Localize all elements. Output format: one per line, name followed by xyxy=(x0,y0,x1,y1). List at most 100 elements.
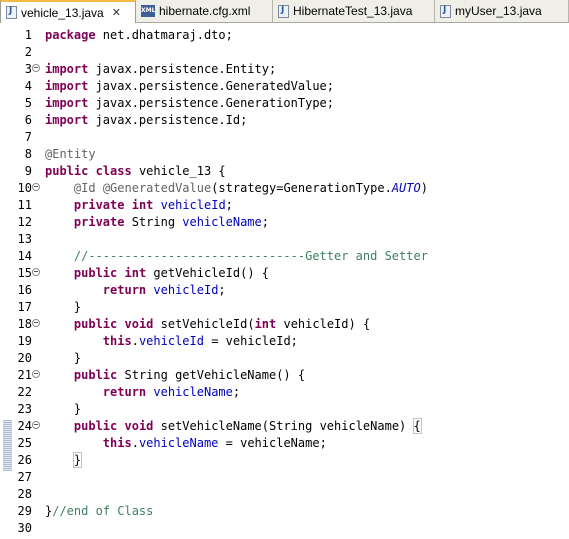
code-segment: String xyxy=(124,215,183,229)
fold-toggle-icon[interactable] xyxy=(32,64,40,72)
line-number: 9 xyxy=(24,164,32,178)
code-line: 26 } xyxy=(0,452,569,469)
field: vehicleName xyxy=(182,215,262,229)
code-line: 9 public class vehicle_13 { xyxy=(0,163,569,180)
code-editor[interactable]: 1 package net.dhatmaraj.dto; 2 3 import … xyxy=(0,23,569,539)
keyword: package xyxy=(45,28,96,42)
code-text: //------------------------------Getter a… xyxy=(45,248,428,265)
line-number: 22 xyxy=(17,385,32,399)
code-line: 5 import javax.persistence.GenerationTyp… xyxy=(0,95,569,112)
fold-toggle-icon[interactable] xyxy=(32,183,40,191)
line-number: 13 xyxy=(17,232,32,246)
tab-label: hibernate.cfg.xml xyxy=(159,4,251,18)
code-text: @Entity xyxy=(45,146,96,163)
line-number: 4 xyxy=(24,79,32,93)
code-segment: ; xyxy=(232,385,241,399)
annotation: @Id xyxy=(73,181,96,195)
code-segment: } xyxy=(73,351,82,365)
keyword: public xyxy=(73,266,118,280)
code-text: public void setVehicleName(String vehicl… xyxy=(45,418,422,435)
code-line: 20 } xyxy=(0,350,569,367)
code-segment: vehicleId) { xyxy=(276,317,371,331)
tab-label: vehicle_13.java xyxy=(21,5,104,20)
code-segment: javax.persistence.GeneratedValue; xyxy=(88,79,334,93)
code-line: 30 xyxy=(0,520,569,537)
line-number: 6 xyxy=(24,113,32,127)
tab-hibernatetest-13-java[interactable]: HibernateTest_13.java xyxy=(273,0,435,22)
code-text: } xyxy=(45,401,81,418)
code-text: public String getVehicleName() { xyxy=(45,367,305,384)
code-line: 8 @Entity xyxy=(0,146,569,163)
code-text: package net.dhatmaraj.dto; xyxy=(45,27,233,44)
code-text: @Id @GeneratedValue(strategy=GenerationT… xyxy=(45,180,428,197)
code-line: 23 } xyxy=(0,401,569,418)
field: vehicleName xyxy=(138,436,219,450)
enum-constant: AUTO xyxy=(391,181,421,195)
code-line: 15 public int getVehicleId() { xyxy=(0,265,569,282)
fold-toggle-icon[interactable] xyxy=(32,319,40,327)
code-segment: } xyxy=(73,300,82,314)
keyword: public xyxy=(73,317,118,331)
code-segment: . xyxy=(131,436,139,450)
field: vehicleId xyxy=(160,198,226,212)
line-number: 21 xyxy=(17,368,32,382)
code-line: 18 public void setVehicleId(int vehicleI… xyxy=(0,316,569,333)
keyword: void xyxy=(124,317,154,331)
code-line: 21 public String getVehicleName() { xyxy=(0,367,569,384)
line-number: 20 xyxy=(17,351,32,365)
close-tab-icon[interactable]: ✕ xyxy=(112,6,121,19)
code-text: } xyxy=(45,299,81,316)
line-number: 25 xyxy=(17,436,32,450)
java-file-icon xyxy=(278,4,289,18)
annotation: @GeneratedValue xyxy=(102,181,212,195)
code-segment: ; xyxy=(218,283,226,297)
line-number: 8 xyxy=(24,147,32,161)
tab-label: myUser_13.java xyxy=(455,4,542,18)
keyword: import xyxy=(45,62,89,76)
code-line: 28 xyxy=(0,486,569,503)
code-segment: ; xyxy=(261,215,269,229)
matching-bracket: } xyxy=(72,452,83,468)
xml-file-icon: XML xyxy=(141,5,155,17)
line-number: 28 xyxy=(17,487,32,501)
code-segment: ) xyxy=(420,181,428,195)
code-segment: javax.persistence.Entity; xyxy=(88,62,277,76)
code-text: } xyxy=(45,452,83,469)
code-segment: = vehicleId; xyxy=(203,334,298,348)
code-line: 29 }//end of Class xyxy=(0,503,569,520)
fold-toggle-icon[interactable] xyxy=(32,421,40,429)
java-file-icon xyxy=(6,6,17,19)
line-number: 12 xyxy=(17,215,32,229)
java-file-icon xyxy=(440,4,451,18)
line-number: 24 xyxy=(17,419,32,433)
code-line: 7 xyxy=(0,129,569,146)
fold-toggle-icon[interactable] xyxy=(32,268,40,276)
code-line: 12 private String vehicleName; xyxy=(0,214,569,231)
code-line: 4 import javax.persistence.GeneratedValu… xyxy=(0,78,569,95)
line-number: 1 xyxy=(24,28,32,42)
code-text: return vehicleName; xyxy=(45,384,240,401)
code-text: import javax.persistence.GenerationType; xyxy=(45,95,334,112)
fold-toggle-icon[interactable] xyxy=(32,370,40,378)
tab-vehicle-13-java[interactable]: vehicle_13.java ✕ xyxy=(0,0,136,23)
keyword: private xyxy=(73,198,125,212)
code-text: import javax.persistence.GeneratedValue; xyxy=(45,78,334,95)
field: vehicleName xyxy=(153,385,233,399)
tab-myuser-13-java[interactable]: myUser_13.java xyxy=(435,0,569,22)
code-text: public int getVehicleId() { xyxy=(45,265,269,282)
code-segment: setVehicleId( xyxy=(153,317,255,331)
line-number: 27 xyxy=(17,470,32,484)
tab-label: HibernateTest_13.java xyxy=(293,4,413,18)
tab-hibernate-cfg-xml[interactable]: XML hibernate.cfg.xml xyxy=(136,0,273,22)
annotation: @Entity xyxy=(45,147,96,161)
keyword: int xyxy=(124,266,147,280)
code-line: 27 xyxy=(0,469,569,486)
keyword: import xyxy=(45,79,89,93)
line-number: 29 xyxy=(17,504,32,518)
code-line: 22 return vehicleName; xyxy=(0,384,569,401)
code-segment: setVehicleName(String vehicleName) xyxy=(153,419,414,433)
code-line: 10 @Id @GeneratedValue(strategy=Generati… xyxy=(0,180,569,197)
comment: //------------------------------Getter a… xyxy=(73,249,428,263)
line-number: 2 xyxy=(24,45,32,59)
